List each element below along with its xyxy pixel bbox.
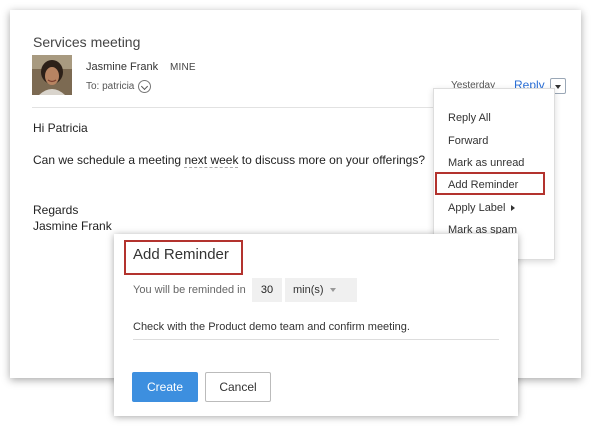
reminder-prompt: You will be reminded in <box>133 284 246 296</box>
recipient-line: To: patricia <box>86 80 152 93</box>
menu-highlight-outline <box>435 172 545 195</box>
sender-name[interactable]: Jasmine Frank <box>86 61 158 73</box>
email-body-line: Can we schedule a meeting next week to d… <box>33 153 426 168</box>
body-text-part: to discuss more on your offerings? <box>238 153 426 167</box>
header-divider <box>32 107 442 108</box>
caret-down-icon <box>329 288 336 293</box>
date-suggestion-link[interactable]: next week <box>184 153 239 168</box>
menu-item-label: Apply Label <box>448 202 506 214</box>
menu-item-mark-unread[interactable]: Mark as unread <box>448 157 524 169</box>
dialog-title: Add Reminder <box>133 246 229 263</box>
menu-item-apply-label[interactable]: Apply Label <box>448 202 515 214</box>
avatar <box>32 55 72 95</box>
mine-tag: MINE <box>170 62 196 73</box>
recipient-label: To: patricia <box>86 81 135 92</box>
cancel-button[interactable]: Cancel <box>205 372 271 402</box>
avatar-photo <box>32 55 72 95</box>
menu-item-forward[interactable]: Forward <box>448 135 488 147</box>
add-reminder-dialog: Add Reminder You will be reminded in 30 … <box>114 234 518 416</box>
menu-item-reply-all[interactable]: Reply All <box>448 112 491 124</box>
email-regards: Regards <box>33 203 79 217</box>
reminder-unit-select[interactable]: min(s) <box>285 278 357 302</box>
note-underline <box>133 339 499 340</box>
create-button[interactable]: Create <box>132 372 198 402</box>
email-signature: Jasmine Frank <box>33 219 112 233</box>
chevron-down-circle-icon[interactable] <box>138 80 152 93</box>
reminder-note-input[interactable]: Check with the Product demo team and con… <box>133 321 410 333</box>
body-text-part: Can we schedule a meeting <box>33 153 185 167</box>
email-greeting: Hi Patricia <box>33 121 88 135</box>
reminder-amount-input[interactable]: 30 <box>252 278 282 302</box>
caret-right-icon <box>510 205 515 212</box>
email-subject: Services meeting <box>33 34 141 50</box>
reminder-unit-label: min(s) <box>293 284 324 296</box>
